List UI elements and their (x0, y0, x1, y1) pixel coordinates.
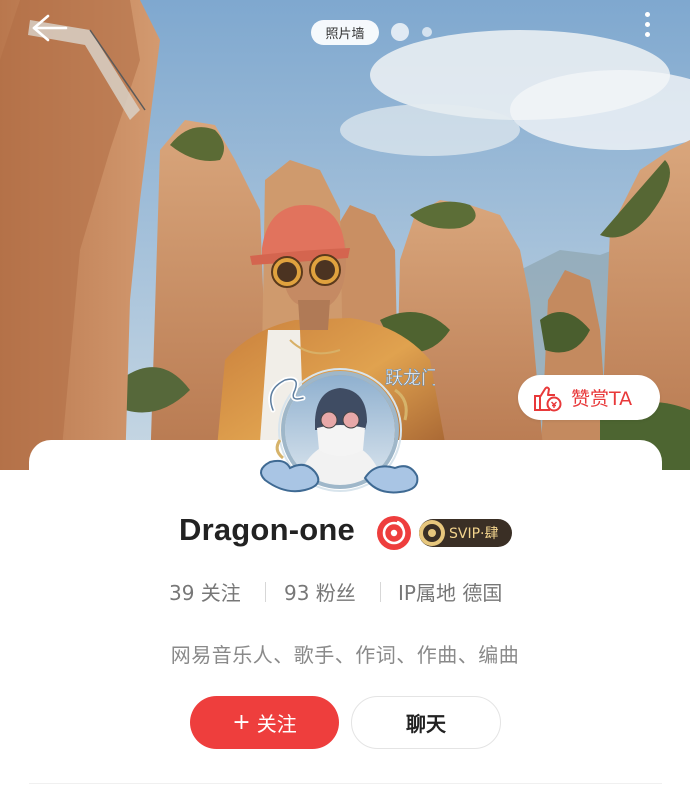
stats-row: 39 关注 93 粉丝 IP属地 德国 (0, 575, 690, 609)
following-count[interactable]: 39 关注 (169, 577, 241, 606)
musician-badge-icon[interactable] (376, 515, 412, 551)
stat-divider (265, 582, 266, 602)
pager-dot[interactable] (422, 27, 432, 37)
chat-button[interactable]: 聊天 (351, 696, 501, 749)
pager-dot-active[interactable] (391, 23, 409, 41)
svip-badge[interactable]: SVIP·肆 (419, 519, 512, 547)
avatar-frame-text: 跃龙门 (385, 368, 435, 389)
avatar-frame: 跃龙门 (260, 368, 439, 494)
more-button[interactable] (636, 8, 658, 46)
followers-count[interactable]: 93 粉丝 (284, 577, 356, 606)
reward-button[interactable]: 赞赏TA (518, 375, 660, 420)
back-arrow-icon (32, 14, 68, 42)
ip-location: IP属地 德国 (398, 581, 503, 605)
user-name: Dragon-one (179, 512, 355, 547)
user-bio: 网易音乐人、歌手、作词、作曲、编曲 (170, 643, 520, 667)
divider (29, 783, 662, 784)
thumbs-up-coin-icon (534, 386, 562, 411)
avatar[interactable]: 跃龙门 (245, 350, 439, 510)
chat-label: 聊天 (406, 712, 446, 736)
follow-button[interactable]: + 关注 (190, 696, 339, 749)
follow-label: 关注 (256, 712, 297, 736)
name-row: Dragon-one SVIP·肆 (0, 512, 690, 554)
svip-label: SVIP·肆 (449, 526, 499, 542)
photo-wall-label: 照片墙 (325, 27, 365, 42)
reward-label: 赞赏TA (571, 388, 633, 410)
back-button[interactable] (28, 10, 72, 46)
stat-divider (380, 582, 381, 602)
vinyl-coin-icon (419, 520, 445, 546)
more-vertical-icon (636, 12, 658, 37)
plus-icon: + (232, 710, 251, 735)
photo-wall-button[interactable]: 照片墙 (311, 20, 379, 45)
